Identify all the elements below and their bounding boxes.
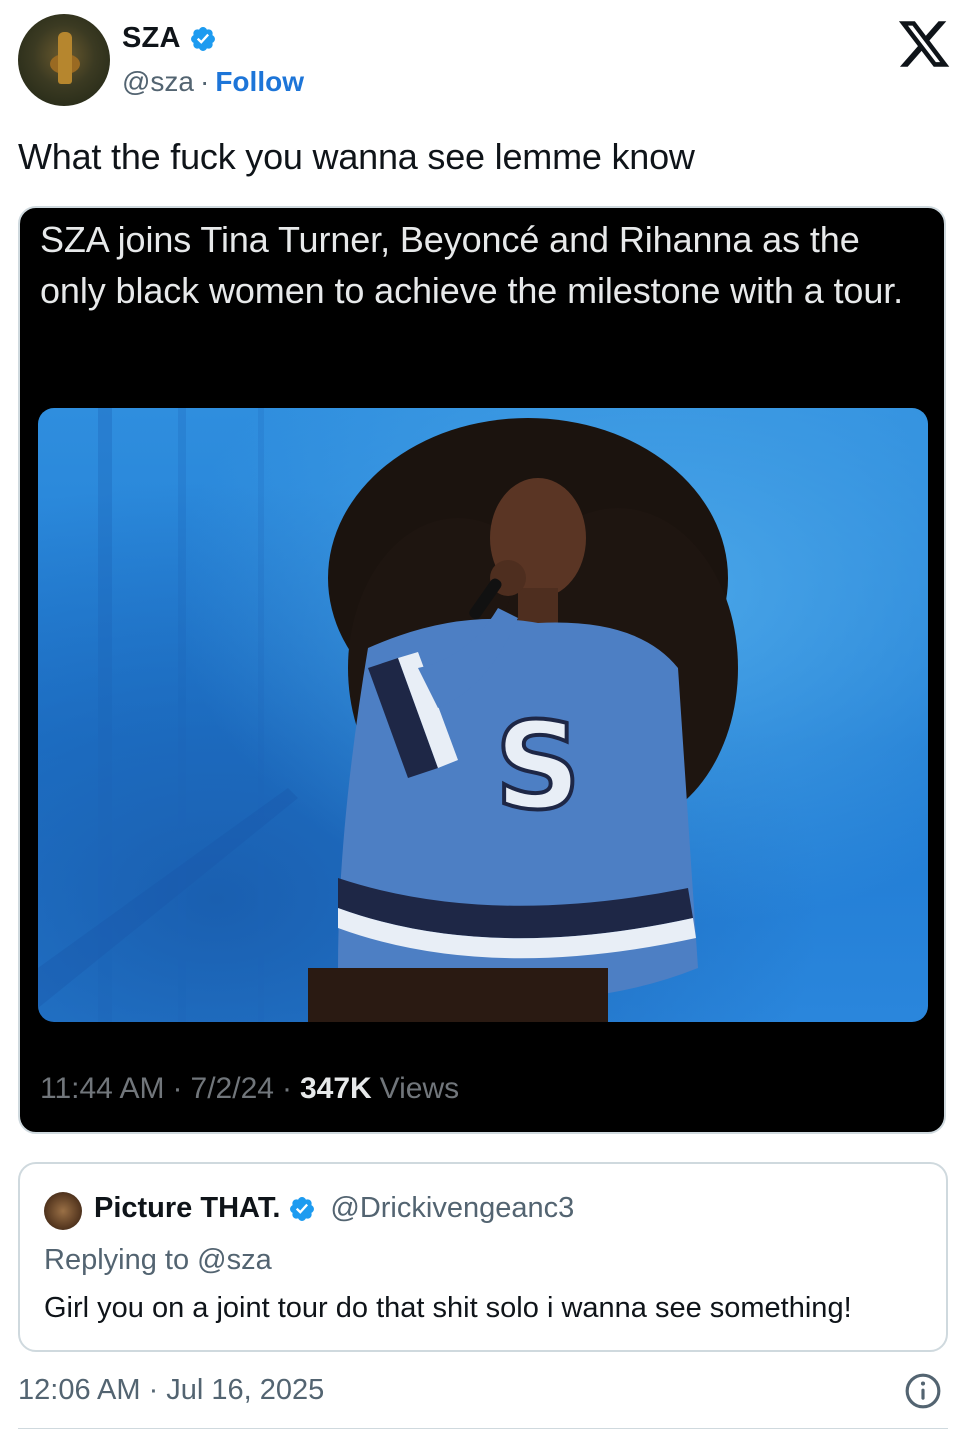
replying-to-line: Replying to @sza [44,1244,272,1277]
performer-illustration: S [38,408,738,1022]
author-name[interactable]: SZA [122,22,181,55]
replying-prefix: Replying to [44,1244,190,1276]
tweet-text: What the fuck you wanna see lemme know [18,136,695,177]
separator-dot: · [200,66,210,97]
author-name-row: SZA [122,22,217,55]
views-label: Views [379,1072,460,1105]
author-handle-row: @sza · Follow [122,66,304,98]
avatar-figure-body [58,32,72,84]
separator-dot: · [281,1072,292,1105]
info-icon[interactable] [904,1372,942,1410]
quote-author-name[interactable]: Picture THAT. [94,1192,280,1225]
embedded-time: 11:44 AM [40,1072,165,1105]
tweet-timestamp[interactable]: 12:06 AM · Jul 16, 2025 [18,1374,324,1407]
verified-badge-icon [290,1196,315,1221]
author-handle[interactable]: @sza [122,66,194,98]
separator-dot: · [172,1072,183,1105]
footer-divider [18,1428,948,1429]
embedded-date: 7/2/24 [190,1072,274,1105]
quote-text: Girl you on a joint tour do that shit so… [44,1292,852,1324]
concert-photo[interactable]: S [38,408,928,1022]
follow-button[interactable]: Follow [215,66,304,98]
x-logo-icon[interactable] [896,16,952,72]
quote-author-handle[interactable]: @Drickivengeanc3 [330,1192,574,1225]
quoted-reply-card[interactable]: Picture THAT. @Drickivengeanc3 Replying … [18,1162,948,1352]
views-count: 347K [299,1072,372,1105]
author-avatar[interactable] [18,14,110,106]
verified-badge-icon [190,26,215,51]
quote-header: Picture THAT. @Drickivengeanc3 [94,1192,574,1225]
svg-text:S: S [495,698,581,837]
embedded-media-card[interactable]: SZA joins Tina Turner, Beyoncé and Rihan… [18,206,946,1134]
quote-author-avatar[interactable] [44,1192,82,1230]
replying-mention[interactable]: @sza [197,1244,272,1276]
embedded-meta: 11:44 AM · 7/2/24 · 347K Views [40,1072,459,1106]
embedded-post-text: SZA joins Tina Turner, Beyoncé and Rihan… [40,219,904,311]
